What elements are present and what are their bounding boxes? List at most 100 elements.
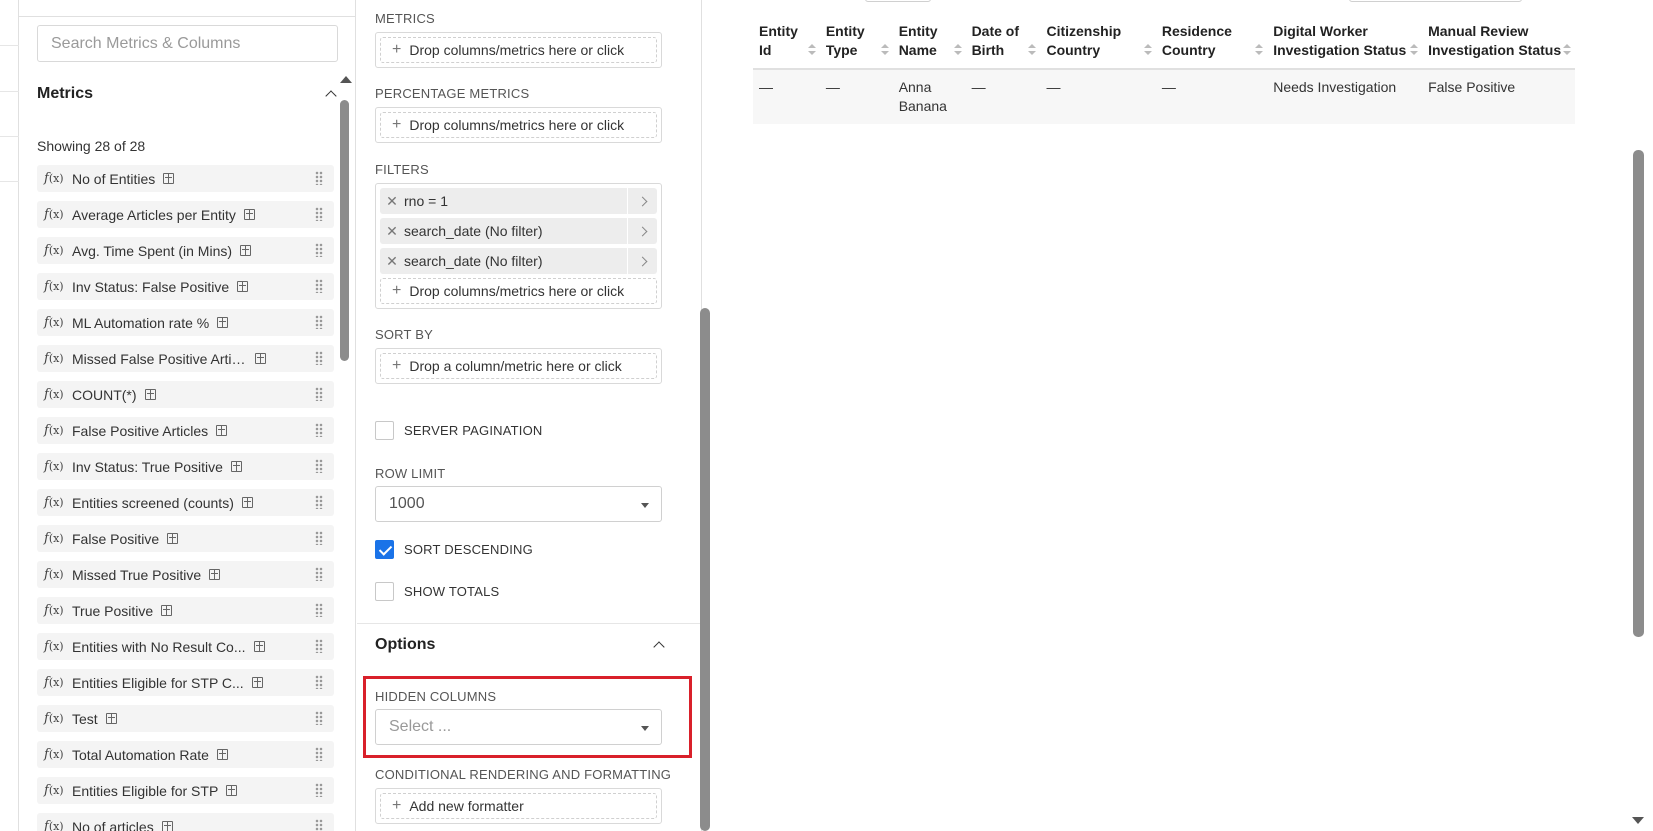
metric-item[interactable]: f(x) Entities with No Result Co... (37, 633, 334, 660)
row-limit-select[interactable]: 1000 (375, 486, 662, 522)
metric-item[interactable]: f(x) Inv Status: False Positive (37, 273, 334, 300)
function-icon: f(x) (44, 495, 72, 510)
chevron-right-icon[interactable] (627, 188, 657, 214)
drag-handle-icon[interactable] (315, 423, 323, 437)
sort-icon[interactable] (807, 44, 816, 56)
metric-item[interactable]: f(x) False Positive (37, 525, 334, 552)
chevron-up-icon[interactable] (653, 639, 665, 651)
scroll-up-arrow-icon[interactable] (340, 76, 352, 83)
metric-item[interactable]: f(x) True Positive (37, 597, 334, 624)
percentage-metrics-drop-zone[interactable]: + Drop columns/metrics here or click (375, 107, 662, 143)
metric-item[interactable]: f(x) Missed True Positive (37, 561, 334, 588)
drag-handle-icon[interactable] (315, 603, 323, 617)
scrollbar-thumb[interactable] (700, 308, 710, 831)
metrics-section-header[interactable]: Metrics (37, 85, 337, 103)
metric-item[interactable]: f(x) Inv Status: True Positive (37, 453, 334, 480)
toolbar-button[interactable] (865, 0, 931, 2)
chevron-right-icon[interactable] (627, 218, 657, 244)
sort-by-drop-zone[interactable]: + Drop a column/metric here or click (375, 348, 662, 384)
sort-icon[interactable] (1410, 44, 1419, 56)
chevron-up-icon[interactable] (325, 88, 337, 100)
search-metrics-input[interactable]: Search Metrics & Columns (37, 25, 338, 62)
chevron-right-icon[interactable] (627, 248, 657, 274)
caret-down-icon (641, 726, 649, 731)
scrollbar[interactable] (337, 72, 352, 812)
calculator-icon (105, 713, 117, 724)
column-header[interactable]: Manual Review Investigation Status (1422, 20, 1575, 70)
show-totals-row[interactable]: SHOW TOTALS (375, 582, 499, 601)
close-icon[interactable]: ✕ (380, 253, 404, 270)
table-cell: — (1040, 69, 1156, 124)
drag-handle-icon[interactable] (315, 747, 323, 761)
metrics-drop-zone[interactable]: + Drop columns/metrics here or click (375, 32, 662, 68)
metric-item[interactable]: f(x) ML Automation rate % (37, 309, 334, 336)
column-header-line: Country (1046, 42, 1101, 58)
metric-item[interactable]: f(x) Total Automation Rate (37, 741, 334, 768)
filter-chip[interactable]: ✕ search_date (No filter) (380, 248, 657, 274)
drag-handle-icon[interactable] (315, 351, 323, 365)
sort-icon[interactable] (1028, 44, 1037, 56)
metric-item[interactable]: f(x) Avg. Time Spent (in Mins) (37, 237, 334, 264)
drag-handle-icon[interactable] (315, 459, 323, 473)
sort-icon[interactable] (1255, 44, 1264, 56)
metric-item[interactable]: f(x) Average Articles per Entity (37, 201, 334, 228)
server-pagination-checkbox[interactable] (375, 421, 394, 440)
table-cell: — (753, 69, 820, 124)
column-header[interactable]: Digital Worker Investigation Status (1267, 20, 1423, 70)
sort-icon[interactable] (1143, 44, 1152, 56)
filter-chip[interactable]: ✕ rno = 1 (380, 188, 657, 214)
metric-item[interactable]: f(x) Entities Eligible for STP C... (37, 669, 334, 696)
drag-handle-icon[interactable] (315, 711, 323, 725)
drag-handle-icon[interactable] (315, 171, 323, 185)
sort-icon[interactable] (1563, 44, 1571, 56)
drag-handle-icon[interactable] (315, 783, 323, 797)
hidden-columns-select[interactable]: Select ... (375, 709, 662, 745)
column-header[interactable]: Residence Country (1155, 20, 1268, 70)
sort-icon[interactable] (953, 44, 962, 56)
drag-handle-icon[interactable] (315, 315, 323, 329)
table-row[interactable]: — — Anna Banana — — — Needs Investigation… (753, 69, 1575, 124)
drag-handle-icon[interactable] (315, 495, 323, 509)
column-header-line: Id (759, 42, 772, 58)
drag-handle-icon[interactable] (315, 243, 323, 257)
sort-descending-checkbox[interactable] (375, 540, 394, 559)
column-header[interactable]: Entity Name (892, 20, 966, 70)
filters-drop-zone[interactable]: + Drop columns/metrics here or click (380, 278, 657, 304)
metrics-label: METRICS (375, 11, 435, 26)
metric-label: Missed True Positive (72, 566, 202, 583)
drag-handle-icon[interactable] (315, 639, 323, 653)
close-icon[interactable]: ✕ (380, 193, 404, 210)
drag-handle-icon[interactable] (315, 675, 323, 689)
column-header[interactable]: Entity Type (819, 20, 893, 70)
sort-icon[interactable] (880, 44, 889, 56)
column-header[interactable]: Date of Birth (965, 20, 1041, 70)
drag-handle-icon[interactable] (315, 819, 323, 831)
filter-label: search_date (No filter) (404, 223, 543, 239)
metric-item[interactable]: f(x) No of articles (37, 813, 334, 831)
options-section-header[interactable]: Options (375, 636, 665, 654)
server-pagination-row[interactable]: SERVER PAGINATION (375, 421, 543, 440)
column-header[interactable]: Citizenship Country (1040, 20, 1156, 70)
metric-item[interactable]: f(x) False Positive Articles (37, 417, 334, 444)
add-formatter-button[interactable]: + Add new formatter (375, 788, 662, 824)
drag-handle-icon[interactable] (315, 567, 323, 581)
scrollbar-thumb[interactable] (340, 100, 349, 361)
drag-handle-icon[interactable] (315, 531, 323, 545)
metric-item[interactable]: f(x) Entities screened (counts) (37, 489, 334, 516)
toolbar-input[interactable] (1349, 0, 1522, 2)
metric-item[interactable]: f(x) Missed False Positive Artic... (37, 345, 334, 372)
metric-item[interactable]: f(x) Test (37, 705, 334, 732)
column-header[interactable]: Entity Id (753, 20, 820, 70)
metric-item[interactable]: f(x) No of Entities (37, 165, 334, 192)
drag-handle-icon[interactable] (315, 207, 323, 221)
show-totals-checkbox[interactable] (375, 582, 394, 601)
filter-chip[interactable]: ✕ search_date (No filter) (380, 218, 657, 244)
drag-handle-icon[interactable] (315, 279, 323, 293)
sort-descending-row[interactable]: SORT DESCENDING (375, 540, 533, 559)
scrollbar-thumb[interactable] (1633, 150, 1644, 637)
metric-item[interactable]: f(x) COUNT(*) (37, 381, 334, 408)
drag-handle-icon[interactable] (315, 387, 323, 401)
close-icon[interactable]: ✕ (380, 223, 404, 240)
metric-item[interactable]: f(x) Entities Eligible for STP (37, 777, 334, 804)
scroll-down-arrow-icon[interactable] (1632, 817, 1644, 824)
